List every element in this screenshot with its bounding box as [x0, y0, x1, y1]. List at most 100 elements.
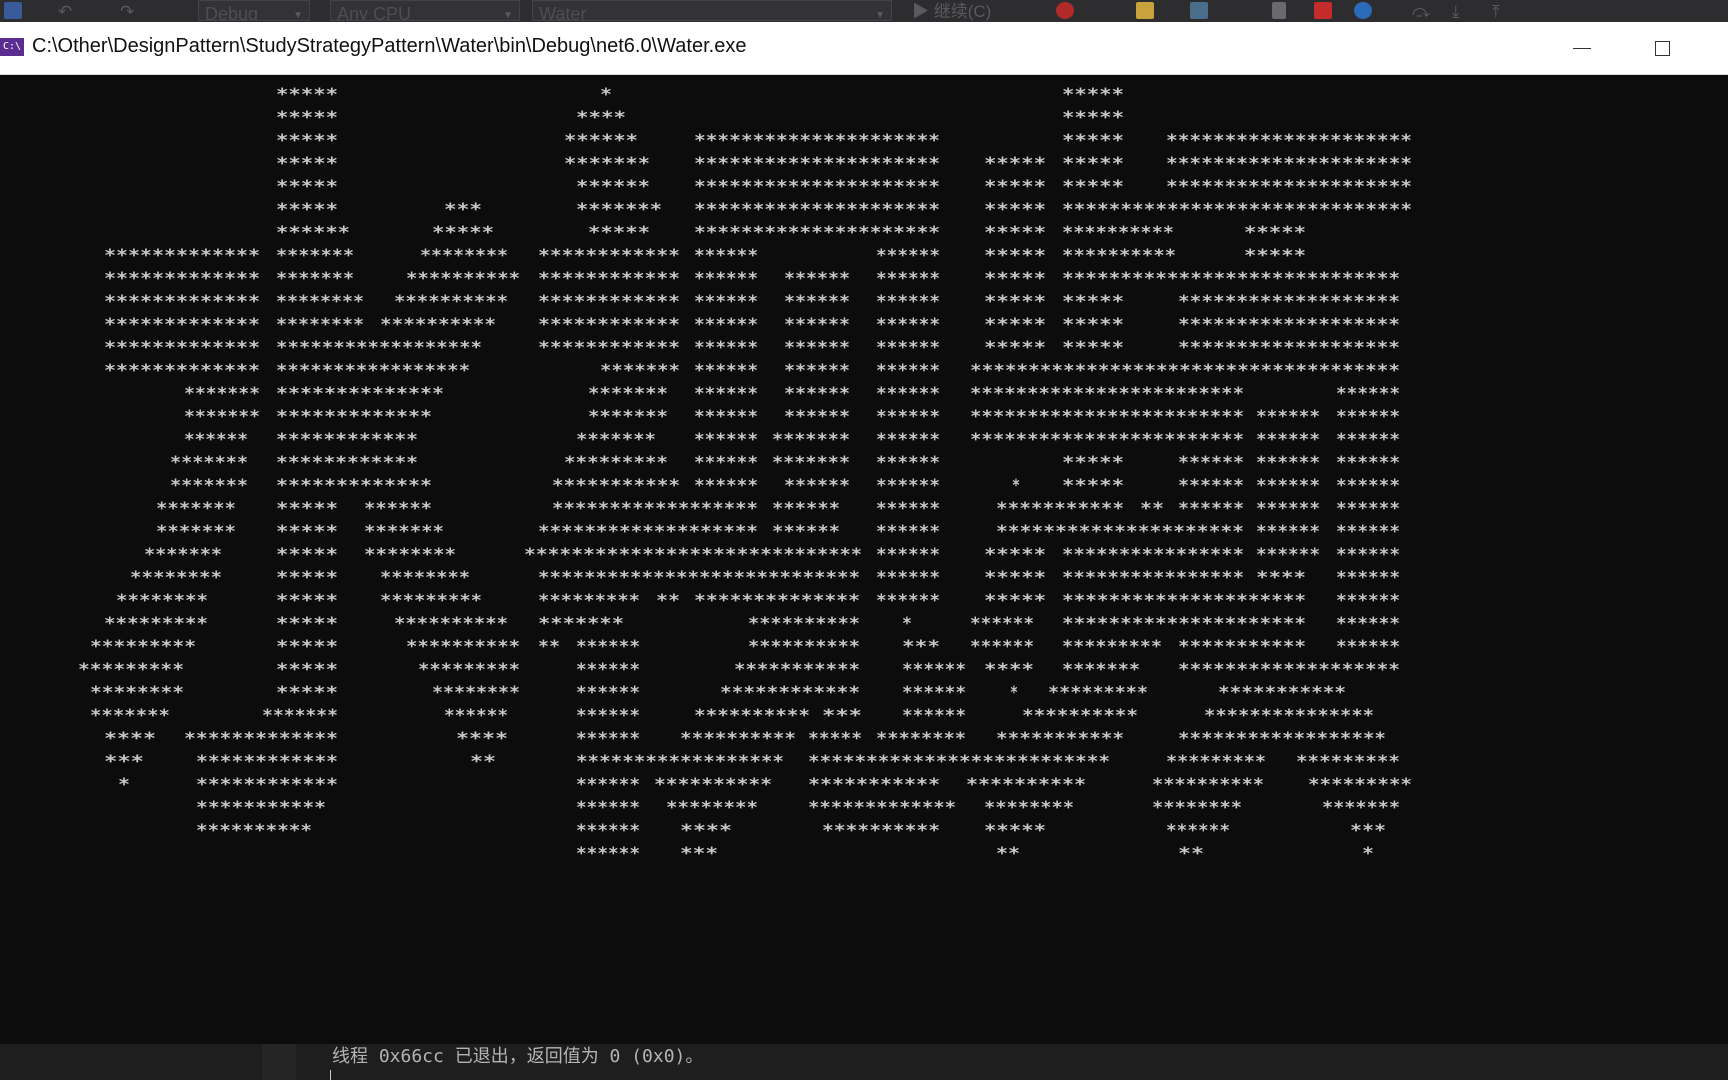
console-window[interactable]: C:\ C:\Other\DesignPattern\StudyStrategy… [0, 22, 1728, 1044]
pause-icon[interactable] [1272, 2, 1286, 19]
ascii-art-run: ***** [984, 315, 1046, 335]
ascii-art-run: ******* [576, 430, 656, 450]
ascii-art-run: ************* [104, 315, 260, 335]
ascii-art-run: ***** [588, 223, 650, 243]
ascii-art-run: ******* [772, 430, 850, 450]
ascii-art-run: *** [680, 844, 718, 864]
ascii-art-run: ***** [276, 637, 338, 657]
step-into-icon[interactable]: ⤓ [1452, 0, 1460, 22]
ascii-art-run: ************************ [970, 384, 1244, 404]
ascii-art-run: ********************* [1166, 154, 1412, 174]
ascii-art-run: ****** [784, 361, 850, 381]
ascii-art-run: ************* [104, 292, 260, 312]
output-window[interactable]: 线程 0x66cc 已退出，返回值为 0 (0x0)。 [0, 1044, 1728, 1080]
ascii-art-run: *********** [808, 775, 940, 795]
ascii-art-run: ****** [876, 315, 940, 335]
ascii-art-run: ********** [196, 821, 312, 841]
ascii-art-run: *** [1350, 821, 1386, 841]
ascii-art-run: ******** [772, 545, 862, 565]
ascii-art-run: ********** [394, 292, 508, 312]
ascii-art-run: ******* [564, 154, 650, 174]
ascii-art-run: ***** [276, 614, 338, 634]
ascii-art-run: ****** [876, 338, 940, 358]
ascii-art-run: ****** [876, 292, 940, 312]
ascii-art-run: ********* [564, 453, 668, 473]
ascii-art-run: ********** [748, 637, 860, 657]
ascii-art-run: ******************* [1178, 292, 1400, 312]
ascii-art-run: ********** [748, 614, 860, 634]
ascii-art-run: ********** [1022, 706, 1138, 726]
ascii-art-run: ********** [822, 821, 940, 841]
ascii-art-run: ****** [876, 269, 940, 289]
ascii-art-run: ****** [276, 223, 350, 243]
ascii-art-run: ******* [90, 706, 170, 726]
ascii-art-run: *********** [996, 499, 1124, 519]
stop-icon[interactable] [1314, 2, 1332, 19]
ascii-art-run: ****************** [1178, 729, 1386, 749]
console-output-area[interactable]: ***** * ***** ***** **** ***** ***** ****** ****… [0, 74, 1728, 1044]
ascii-art-run: ******* [276, 246, 354, 266]
text-caret [330, 1070, 331, 1080]
ascii-art-run: ***** [1062, 108, 1124, 128]
ascii-art-run: ******** [116, 591, 208, 611]
ascii-art-run: ****** [876, 246, 940, 266]
ascii-art-run: ************ [276, 453, 418, 473]
continue-button[interactable]: ▶ 继续(C) [912, 0, 991, 22]
ide-toolbar: ↶ ↷ Debug ▼ Any CPU ▼ Water ▼ ▶ 继续(C) ⤼ … [0, 0, 1728, 22]
ascii-art-run: **************************** [538, 568, 860, 588]
ascii-art-run: **************** [1062, 545, 1244, 565]
ascii-art-run: ****** [1336, 453, 1400, 473]
ascii-art-run: ***** [1062, 453, 1124, 473]
ascii-art-run: * [118, 775, 130, 795]
startup-combo[interactable]: Water ▼ [532, 0, 892, 21]
ascii-art-run: ********* [418, 660, 520, 680]
ascii-art-run: *************** [1204, 706, 1374, 726]
ascii-art-run: ****************** [276, 338, 482, 358]
chevron-down-icon: ▼ [503, 10, 513, 21]
ascii-art-run: ******* [538, 614, 624, 634]
ascii-art-run: ******** [276, 315, 364, 335]
ascii-art-run: ****** [970, 614, 1034, 634]
ascii-art-run: ****** [1256, 476, 1320, 496]
minimize-button[interactable] [1542, 22, 1622, 74]
step-out-icon[interactable]: ⤒ [1492, 0, 1500, 22]
fire-icon[interactable] [1056, 2, 1074, 19]
redo-icon[interactable]: ↷ [120, 0, 134, 22]
ascii-art-run: ****** [902, 683, 966, 703]
step-over-icon[interactable]: ⤼ [1412, 0, 1430, 22]
ascii-art-run: ***** [984, 545, 1046, 565]
ascii-art-run: ***** [276, 545, 338, 565]
ascii-art-run: ********** [406, 269, 520, 289]
ascii-art-run: ****** [576, 775, 640, 795]
ascii-art-run: ************************ [970, 407, 1244, 427]
ascii-art-run: *********** [1178, 637, 1306, 657]
window-icon[interactable] [1190, 2, 1208, 19]
ascii-art-run: ******* [772, 453, 850, 473]
undo-icon[interactable]: ↶ [58, 0, 72, 22]
ascii-art-run: ****** [694, 292, 758, 312]
ascii-art-run: ****** [1256, 522, 1320, 542]
ascii-art-run: ******** [130, 568, 222, 588]
ascii-art-run: ***** [984, 591, 1046, 611]
folder-icon[interactable] [1136, 2, 1154, 19]
platform-combo[interactable]: Any CPU ▼ [330, 0, 520, 21]
console-titlebar[interactable]: C:\ C:\Other\DesignPattern\StudyStrategy… [0, 22, 1728, 75]
ascii-art-run: ***** [984, 292, 1046, 312]
ascii-art-run: ************* [276, 407, 432, 427]
ascii-art-run: ******* [156, 499, 236, 519]
ascii-art-run: ***** [1062, 338, 1124, 358]
ascii-art-run: ****** [576, 660, 640, 680]
ascii-art-run: ********** [1062, 223, 1174, 243]
ascii-art-run: ******** [420, 246, 508, 266]
config-combo[interactable]: Debug ▼ [198, 0, 310, 21]
maximize-button[interactable] [1622, 22, 1702, 74]
ascii-art-run: ** [470, 752, 496, 772]
ascii-art-run: ****** [576, 798, 640, 818]
ascii-art-run: ********************* [524, 545, 772, 565]
ascii-art-run: ***** [432, 223, 494, 243]
restart-icon[interactable] [1354, 2, 1372, 19]
ascii-art-run: ************ [538, 315, 680, 335]
ascii-art-run: ************************************* [970, 361, 1400, 381]
ascii-art-run: ******************* [538, 522, 758, 542]
app-logo-icon [4, 2, 22, 19]
